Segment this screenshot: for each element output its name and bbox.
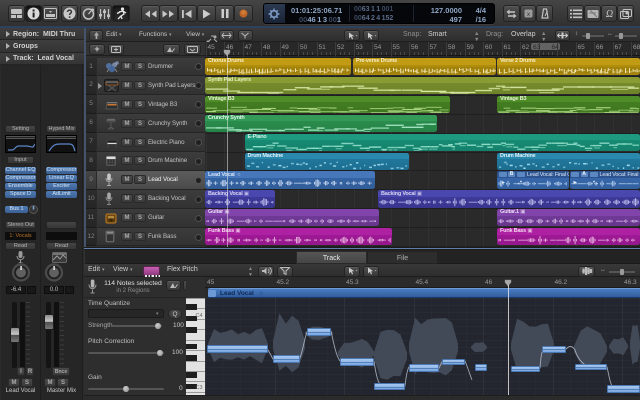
svg-text:x: x — [527, 12, 530, 18]
svg-text:Ω: Ω — [605, 9, 612, 19]
